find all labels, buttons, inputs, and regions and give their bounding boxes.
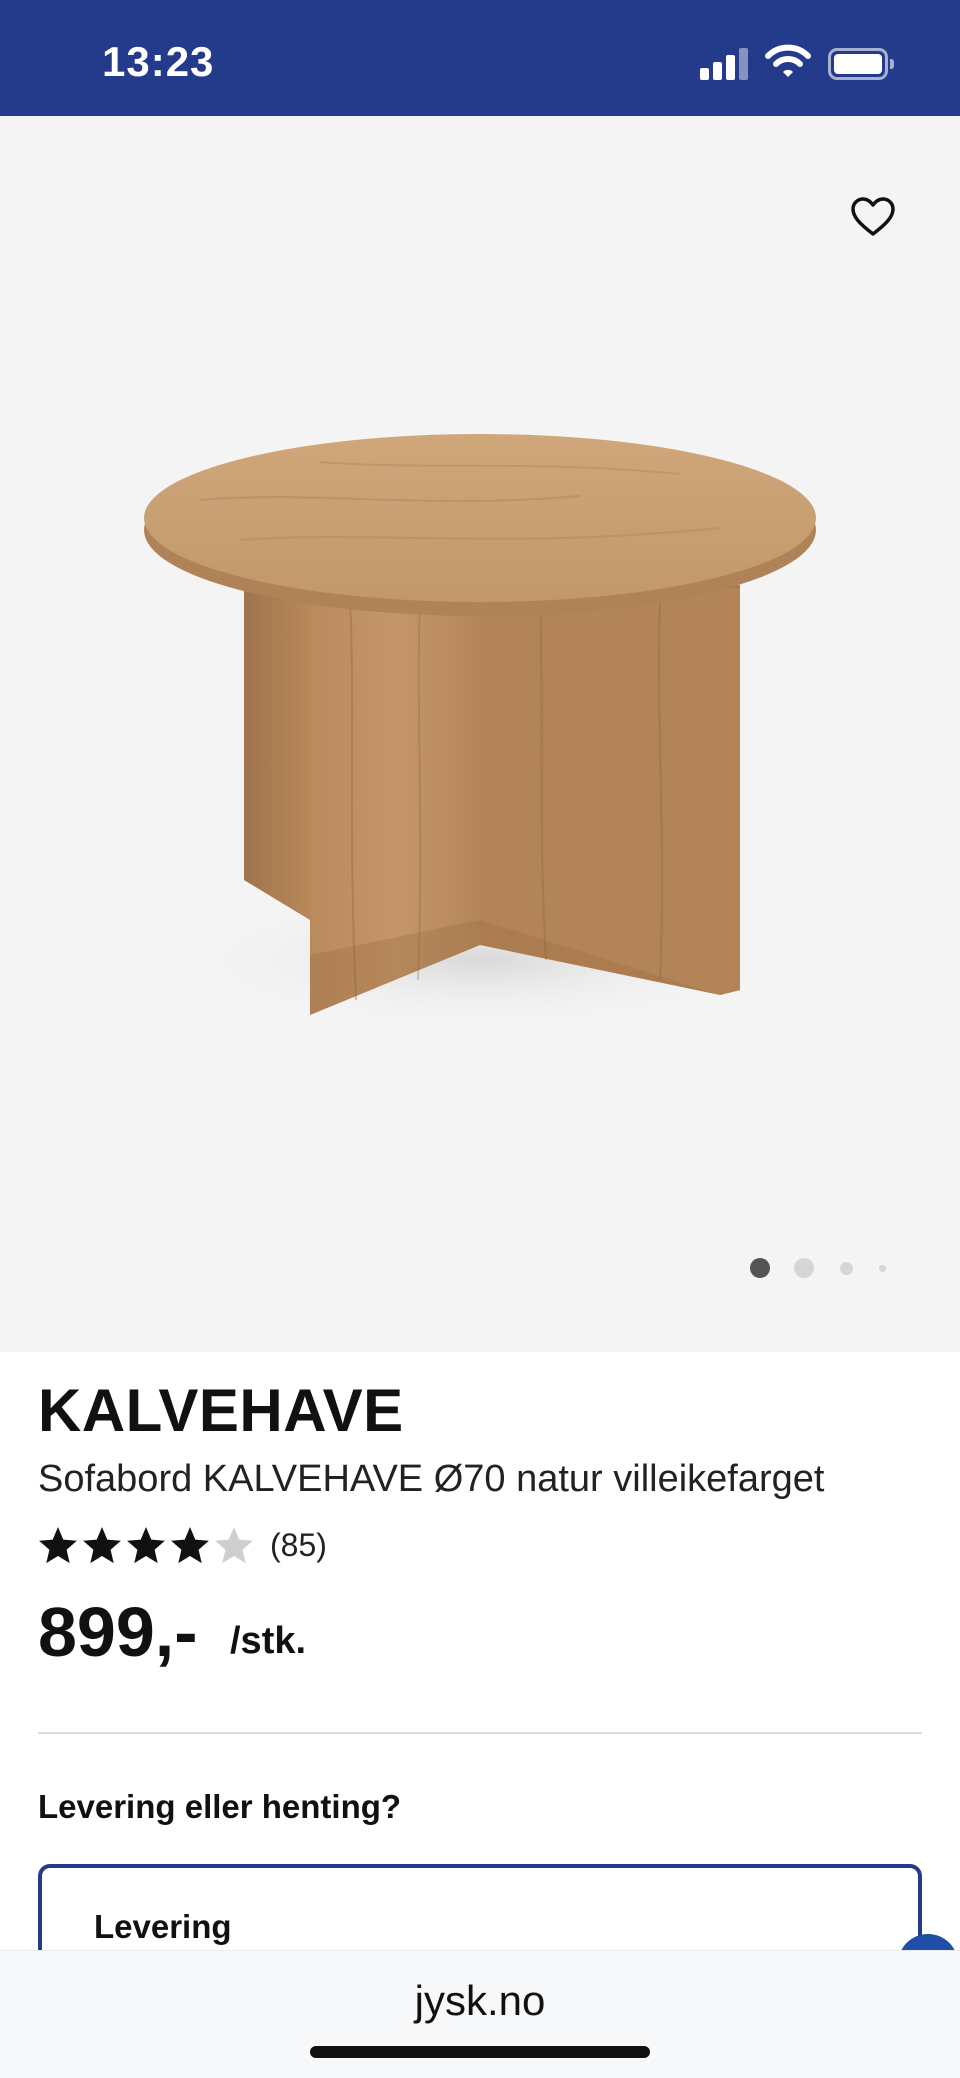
cellular-signal-icon bbox=[700, 48, 750, 80]
pagination-dot[interactable] bbox=[879, 1265, 886, 1272]
fulfillment-question: Levering eller henting? bbox=[38, 1788, 402, 1825]
status-time: 13:23 bbox=[102, 38, 215, 85]
battery-icon bbox=[828, 48, 894, 80]
pagination-dot[interactable] bbox=[840, 1262, 853, 1275]
price-unit: /stk. bbox=[230, 1620, 307, 1662]
status-bar: 13:23 bbox=[0, 0, 960, 116]
url-text[interactable]: jysk.no bbox=[0, 1977, 960, 2025]
home-indicator[interactable] bbox=[310, 2046, 650, 2058]
product-rating[interactable]: (85) bbox=[38, 1522, 327, 1568]
browser-url-bar[interactable]: jysk.no bbox=[0, 1950, 960, 2078]
product-image[interactable] bbox=[120, 400, 840, 1040]
product-name: Sofabord KALVEHAVE Ø70 natur villeikefar… bbox=[38, 1458, 825, 1500]
product-brand: KALVEHAVE bbox=[38, 1377, 404, 1444]
heart-outline-icon bbox=[851, 197, 895, 236]
section-divider bbox=[38, 1732, 922, 1734]
star-rating-icon bbox=[39, 1527, 253, 1564]
delivery-option-label: Levering bbox=[94, 1908, 232, 1945]
gallery-pagination bbox=[0, 1258, 960, 1280]
review-count[interactable]: (85) bbox=[270, 1527, 327, 1564]
favorite-button[interactable] bbox=[846, 190, 900, 244]
wifi-icon bbox=[764, 44, 812, 80]
pagination-dot-active[interactable] bbox=[750, 1258, 770, 1278]
product-price: 899,- bbox=[38, 1593, 198, 1671]
pagination-dot[interactable] bbox=[794, 1258, 814, 1278]
